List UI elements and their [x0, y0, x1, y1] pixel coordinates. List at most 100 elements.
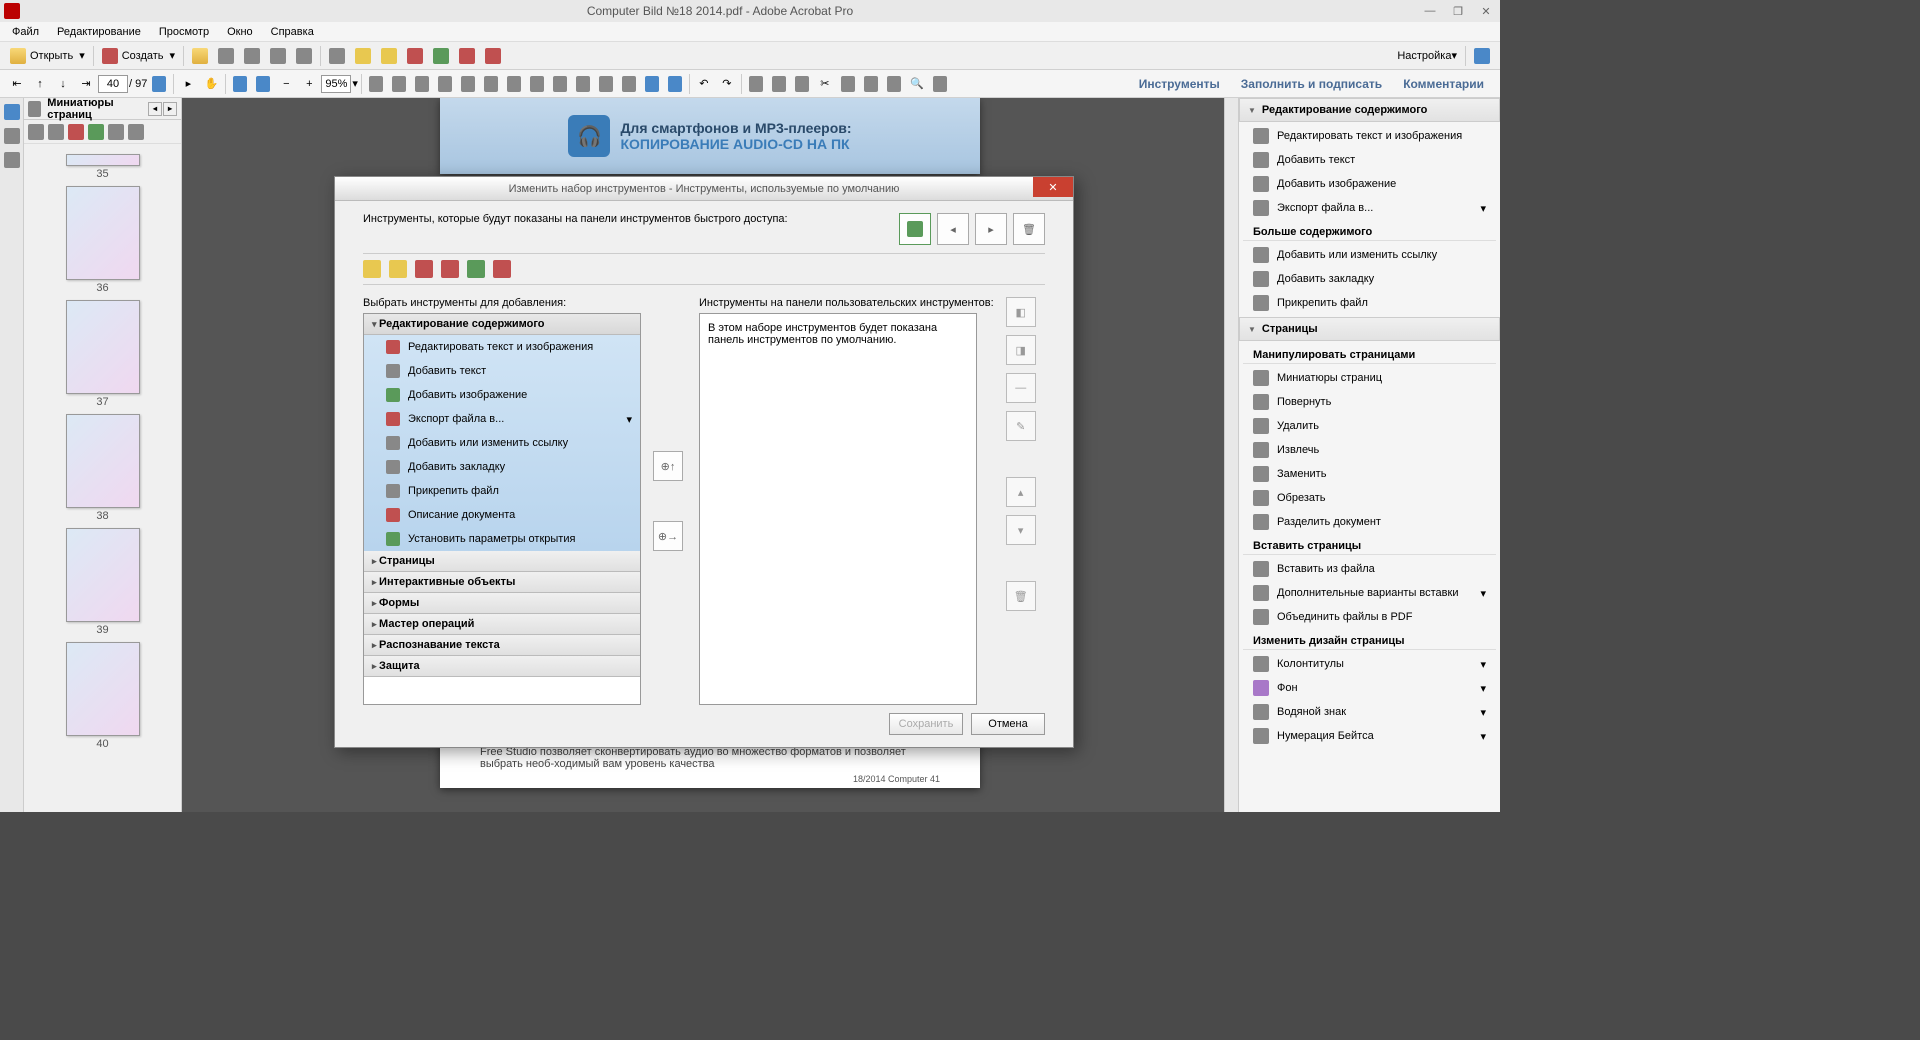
tree-cat-content[interactable]: Редактирование содержимого: [364, 314, 640, 335]
attach-rail-icon[interactable]: [4, 128, 20, 144]
rp-export[interactable]: Экспорт файла в...▾: [1243, 196, 1496, 220]
thumb-tool1[interactable]: [28, 124, 44, 140]
binoc[interactable]: [929, 73, 951, 95]
rp-headers[interactable]: Колонтитулы▾: [1243, 652, 1496, 676]
clip2[interactable]: [768, 73, 790, 95]
clip1[interactable]: [745, 73, 767, 95]
rp-add-image[interactable]: Добавить изображение: [1243, 172, 1496, 196]
nav-up[interactable]: ↑: [29, 73, 51, 95]
tb-att3[interactable]: [455, 45, 479, 67]
nav-down[interactable]: ↓: [52, 73, 74, 95]
rp-combine[interactable]: Объединить файлы в PDF: [1243, 605, 1496, 629]
tab-fill[interactable]: Заполнить и подписать: [1231, 75, 1392, 93]
tree-cat-forms[interactable]: Формы: [364, 593, 640, 614]
toolset-prev[interactable]: ◂: [937, 213, 969, 245]
leaf-add-text[interactable]: Добавить текст: [364, 359, 640, 383]
paste[interactable]: [860, 73, 882, 95]
section-content-edit[interactable]: Редактирование содержимого: [1239, 98, 1500, 122]
pointer-tool[interactable]: ▸: [177, 73, 199, 95]
snapshot-tool[interactable]: [252, 73, 274, 95]
rp-add-text[interactable]: Добавить текст: [1243, 148, 1496, 172]
section-pages[interactable]: Страницы: [1239, 317, 1500, 341]
cut[interactable]: ✂: [814, 73, 836, 95]
thumbs-next[interactable]: ▸: [163, 102, 177, 116]
search[interactable]: 🔍: [906, 73, 928, 95]
leaf-edit-text[interactable]: Редактировать текст и изображения: [364, 335, 640, 359]
rp-edit-text[interactable]: Редактировать текст и изображения: [1243, 124, 1496, 148]
view-i3[interactable]: [572, 73, 594, 95]
maximize-button[interactable]: ❐: [1444, 1, 1472, 21]
rp-bates[interactable]: Нумерация Бейтса▾: [1243, 724, 1496, 748]
qa-att3[interactable]: [467, 260, 485, 278]
thumb-item[interactable]: 37: [24, 300, 181, 408]
zoom-input[interactable]: [321, 75, 351, 93]
rp-rotate[interactable]: Повернуть: [1243, 390, 1496, 414]
leaf-export[interactable]: Экспорт файла в...▾: [364, 407, 640, 431]
thumb-item[interactable]: 35: [24, 154, 181, 180]
tb-note1[interactable]: [351, 45, 375, 67]
sig-rail-icon[interactable]: [4, 152, 20, 168]
fit-page[interactable]: [365, 73, 387, 95]
leaf-openparams[interactable]: Установить параметры открытия: [364, 527, 640, 551]
thumb-tool4[interactable]: [88, 124, 104, 140]
tb-gear[interactable]: [325, 45, 349, 67]
user-tools-list[interactable]: В этом наборе инструментов будет показан…: [699, 313, 977, 705]
rp-thumbs[interactable]: Миниатюры страниц: [1243, 366, 1496, 390]
move-up[interactable]: ▴: [1006, 477, 1036, 507]
leaf-link[interactable]: Добавить или изменить ссылку: [364, 431, 640, 455]
view-single[interactable]: [411, 73, 433, 95]
leaf-docinfo[interactable]: Описание документа: [364, 503, 640, 527]
add-to-set[interactable]: ⊕↑: [653, 451, 683, 481]
tb-att4[interactable]: [481, 45, 505, 67]
tree-cat-ocr[interactable]: Распознавание текста: [364, 635, 640, 656]
view-double[interactable]: [457, 73, 479, 95]
dialog-close[interactable]: ✕: [1033, 177, 1073, 197]
rp-more-insert[interactable]: Дополнительные варианты вставки▾: [1243, 581, 1496, 605]
thumb-tool6[interactable]: [128, 124, 144, 140]
move-down[interactable]: ▾: [1006, 515, 1036, 545]
copy[interactable]: [837, 73, 859, 95]
tb-note2[interactable]: [377, 45, 401, 67]
view-cont[interactable]: [434, 73, 456, 95]
zoom-in[interactable]: +: [298, 73, 320, 95]
view-fill[interactable]: [503, 73, 525, 95]
fit-width[interactable]: [388, 73, 410, 95]
rp-bookmark[interactable]: Добавить закладку: [1243, 267, 1496, 291]
tree-cat-pages[interactable]: Страницы: [364, 551, 640, 572]
rp-insert-file[interactable]: Вставить из файла: [1243, 557, 1496, 581]
menu-help[interactable]: Справка: [263, 24, 322, 40]
side-btn-1[interactable]: ◧: [1006, 297, 1036, 327]
thumb-item[interactable]: 39: [24, 528, 181, 636]
dialog-cancel[interactable]: Отмена: [971, 713, 1045, 735]
rp-crop[interactable]: Обрезать: [1243, 486, 1496, 510]
rp-split[interactable]: Разделить документ: [1243, 510, 1496, 534]
nav-back[interactable]: [148, 73, 170, 95]
thumb-item[interactable]: 36: [24, 186, 181, 294]
tree-cat-wizard[interactable]: Мастер операций: [364, 614, 640, 635]
thumb-tool3[interactable]: [68, 124, 84, 140]
toolset-new[interactable]: [899, 213, 931, 245]
close-button[interactable]: ✕: [1472, 1, 1500, 21]
leaf-attach[interactable]: Прикрепить файл: [364, 479, 640, 503]
view-i7[interactable]: [664, 73, 686, 95]
view-i6[interactable]: [641, 73, 663, 95]
tb-mail[interactable]: [292, 45, 316, 67]
thumb-tool2[interactable]: [48, 124, 64, 140]
bookmark-icon[interactable]: [4, 104, 20, 120]
tb-att2[interactable]: [429, 45, 453, 67]
select-rect[interactable]: [229, 73, 251, 95]
thumb-item[interactable]: 40: [24, 642, 181, 750]
rp-attach[interactable]: Прикрепить файл: [1243, 291, 1496, 315]
nav-first[interactable]: ⇤: [6, 73, 28, 95]
view-dblcont[interactable]: [480, 73, 502, 95]
view-i2[interactable]: [549, 73, 571, 95]
menu-edit[interactable]: Редактирование: [49, 24, 149, 40]
create-button[interactable]: Создать▾: [98, 45, 179, 67]
tab-tools[interactable]: Инструменты: [1129, 75, 1230, 93]
doc-scrollbar[interactable]: [1224, 98, 1238, 812]
thumb-tool5[interactable]: [108, 124, 124, 140]
expand-button[interactable]: [1470, 45, 1494, 67]
open-button[interactable]: Открыть▾: [6, 45, 89, 67]
tree-cat-interactive[interactable]: Интерактивные объекты: [364, 572, 640, 593]
rp-watermark[interactable]: Водяной знак▾: [1243, 700, 1496, 724]
